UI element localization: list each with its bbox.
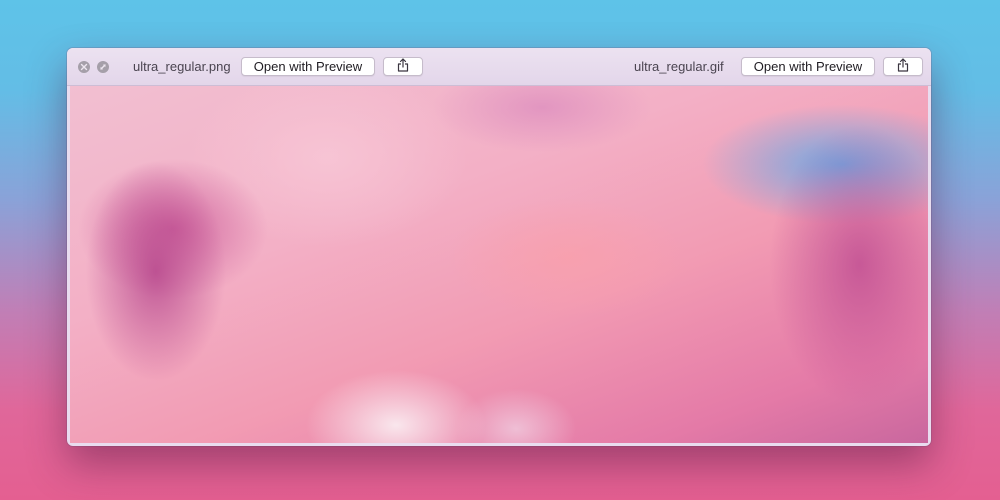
open-with-preview-button-right[interactable]: Open with Preview xyxy=(741,57,875,76)
close-icon xyxy=(80,58,88,76)
desktop-background: ultra_regular.png Open with Preview ultr… xyxy=(0,0,1000,500)
close-button[interactable] xyxy=(78,61,90,73)
quick-look-window: ultra_regular.png Open with Preview ultr… xyxy=(67,48,931,446)
right-filename: ultra_regular.gif xyxy=(634,59,724,74)
fullscreen-button[interactable] xyxy=(97,61,109,73)
share-button-right[interactable] xyxy=(883,57,923,76)
left-filename: ultra_regular.png xyxy=(133,59,231,74)
share-icon xyxy=(397,58,409,75)
fullscreen-icon xyxy=(99,58,107,76)
image-preview xyxy=(70,86,928,443)
open-with-preview-button-left[interactable]: Open with Preview xyxy=(241,57,375,76)
share-button-left[interactable] xyxy=(383,57,423,76)
title-bar: ultra_regular.png Open with Preview ultr… xyxy=(67,48,931,86)
share-icon xyxy=(897,58,909,75)
